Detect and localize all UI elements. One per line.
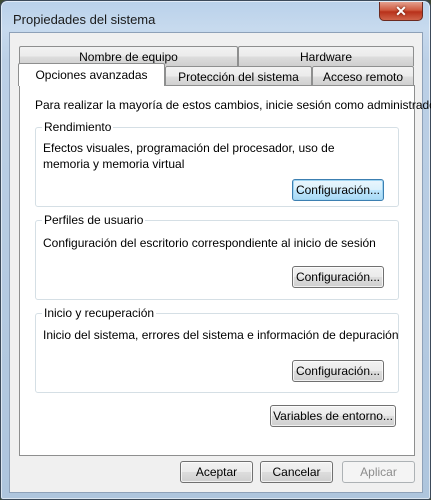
apply-button[interactable]: Aplicar <box>342 461 415 483</box>
user-profiles-settings-button[interactable]: Configuración... <box>292 266 384 288</box>
ok-button[interactable]: Aceptar <box>180 461 253 483</box>
tab-advanced-options[interactable]: Opciones avanzadas <box>18 63 165 86</box>
system-properties-window: Propiedades del sistema ✕ Nombre de equi… <box>0 0 431 500</box>
dialog-client-area: Nombre de equipo Hardware Opciones avanz… <box>9 32 431 493</box>
advanced-options-panel: Para realizar la mayoría de estos cambio… <box>19 85 431 456</box>
performance-description: Efectos visuales, programación del proce… <box>43 141 335 171</box>
tab-remote-access[interactable]: Acceso remoto <box>312 66 414 86</box>
tab-hardware[interactable]: Hardware <box>238 46 414 66</box>
startup-recovery-settings-button[interactable]: Configuración... <box>292 360 384 382</box>
user-profiles-group: Perfiles de usuario Configuración del es… <box>35 213 399 300</box>
performance-group-title: Rendimiento <box>42 120 114 134</box>
tab-system-protection[interactable]: Protección del sistema <box>165 66 312 86</box>
environment-variables-button[interactable]: Variables de entorno... <box>270 405 396 427</box>
startup-recovery-description: Inicio del sistema, errores del sistema … <box>43 328 399 342</box>
performance-group: Rendimiento Efectos visuales, programaci… <box>35 120 399 207</box>
close-icon: ✕ <box>395 3 407 19</box>
user-profiles-group-title: Perfiles de usuario <box>42 213 146 227</box>
window-title: Propiedades del sistema <box>13 12 156 27</box>
startup-recovery-group-title: Inicio y recuperación <box>42 306 157 320</box>
user-profiles-description: Configuración del escritorio correspondi… <box>43 236 376 250</box>
cancel-button[interactable]: Cancelar <box>260 461 333 483</box>
close-button[interactable]: ✕ <box>379 2 423 21</box>
performance-settings-button[interactable]: Configuración... <box>292 179 384 201</box>
startup-recovery-group: Inicio y recuperación Inicio del sistema… <box>35 306 399 393</box>
admin-notice: Para realizar la mayoría de estos cambio… <box>35 98 431 112</box>
